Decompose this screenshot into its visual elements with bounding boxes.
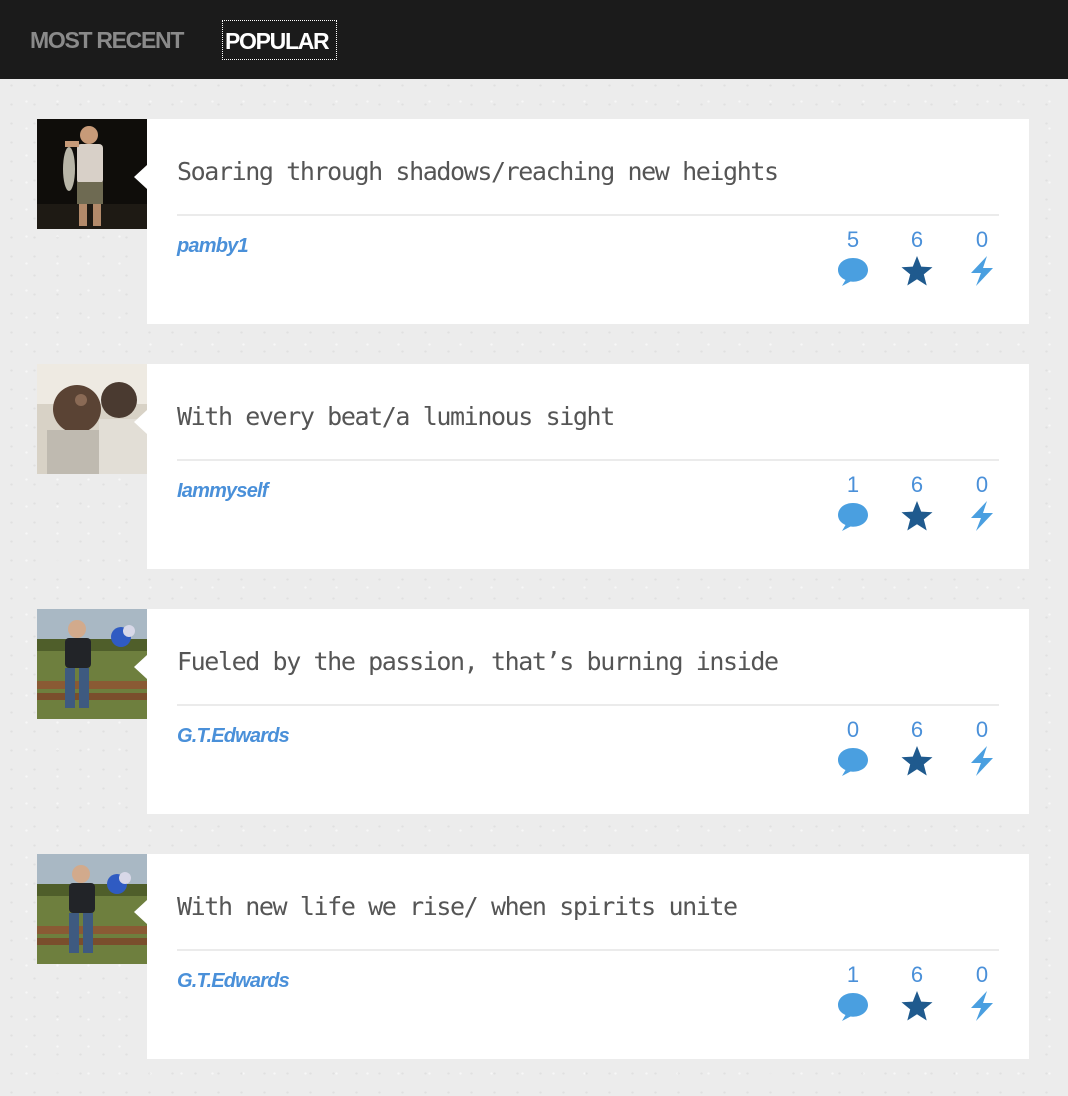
star-icon [901,256,933,286]
stars-count: 6 [910,227,924,252]
stars-count: 6 [910,962,924,987]
boosts-count: 0 [975,962,989,987]
speech-bubble-icon [838,258,868,286]
tab-most-recent[interactable]: MOST RECENT [30,20,184,60]
author-link[interactable]: Iammyself [177,480,268,503]
card-pointer [134,655,147,679]
boosts-count: 0 [975,227,989,252]
speech-bubble-icon [838,748,868,776]
comments-stat[interactable]: 1 [833,962,873,1022]
author-link[interactable]: G.T.Edwards [177,725,290,748]
post-card: With every beat/a luminous sight Iammyse… [134,364,1029,569]
post-card: With new life we rise/ when spirits unit… [134,854,1029,1059]
lightning-bolt-icon [971,501,993,531]
avatar[interactable] [37,609,147,719]
avatar[interactable] [37,119,147,229]
star-icon [901,746,933,776]
star-icon [901,501,933,531]
divider [177,214,999,216]
stars-stat[interactable]: 6 [897,962,937,1022]
card-pointer [134,410,147,434]
top-nav-bar: MOST RECENT POPULAR [0,0,1068,79]
comments-stat[interactable]: 1 [833,472,873,532]
boosts-stat[interactable]: 0 [962,962,1002,1022]
avatar[interactable] [37,854,147,964]
lightning-bolt-icon [971,991,993,1021]
comments-count: 0 [846,717,860,742]
divider [177,459,999,461]
post-title[interactable]: With new life we rise/ when spirits unit… [177,892,738,921]
tab-popular[interactable]: POPULAR [222,20,337,60]
lightning-bolt-icon [971,746,993,776]
stars-stat[interactable]: 6 [897,227,937,287]
post-card: Fueled by the passion, that’s burning in… [134,609,1029,814]
post-title[interactable]: Fueled by the passion, that’s burning in… [177,647,779,676]
author-link[interactable]: pamby1 [177,235,249,258]
boosts-stat[interactable]: 0 [962,227,1002,287]
post-title[interactable]: With every beat/a luminous sight [177,402,615,431]
card-pointer [134,900,147,924]
comments-count: 5 [846,227,860,252]
divider [177,704,999,706]
stars-count: 6 [910,472,924,497]
boosts-stat[interactable]: 0 [962,717,1002,777]
post-card: Soaring through shadows/reaching new hei… [134,119,1029,324]
author-link[interactable]: G.T.Edwards [177,970,290,993]
speech-bubble-icon [838,993,868,1021]
post-item: With every beat/a luminous sight Iammyse… [37,364,1029,569]
star-icon [901,991,933,1021]
comments-stat[interactable]: 0 [833,717,873,777]
comments-count: 1 [846,962,860,987]
avatar[interactable] [37,364,147,474]
boosts-stat[interactable]: 0 [962,472,1002,532]
post-item: Fueled by the passion, that’s burning in… [37,609,1029,814]
boosts-count: 0 [975,472,989,497]
stars-stat[interactable]: 6 [897,717,937,777]
card-pointer [134,165,147,189]
boosts-count: 0 [975,717,989,742]
post-item: Soaring through shadows/reaching new hei… [37,119,1029,324]
post-title[interactable]: Soaring through shadows/reaching new hei… [177,157,779,186]
stars-stat[interactable]: 6 [897,472,937,532]
post-item: With new life we rise/ when spirits unit… [37,854,1029,1059]
speech-bubble-icon [838,503,868,531]
lightning-bolt-icon [971,256,993,286]
divider [177,949,999,951]
stars-count: 6 [910,717,924,742]
comments-stat[interactable]: 5 [833,227,873,287]
comments-count: 1 [846,472,860,497]
